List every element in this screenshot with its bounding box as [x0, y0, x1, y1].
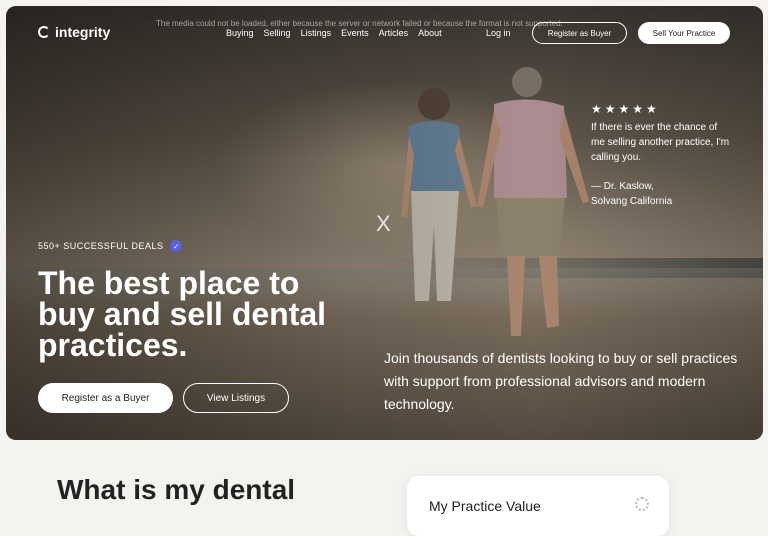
media-error-text: The media could not be loaded, either be… [156, 19, 563, 28]
top-nav: integrity The media could not be loaded,… [6, 6, 763, 56]
close-icon[interactable]: X [376, 211, 391, 237]
brand-name: integrity [55, 24, 111, 40]
brand-logo[interactable]: integrity [38, 24, 110, 40]
testimonial-author-name: — Dr. Kaslow, [591, 181, 654, 192]
register-buyer-button[interactable]: Register as Buyer [532, 22, 627, 44]
sell-practice-button[interactable]: Sell Your Practice [638, 22, 730, 44]
register-as-buyer-button[interactable]: Register as a Buyer [38, 383, 173, 413]
testimonial-author: — Dr. Kaslow, Solvang California [591, 179, 731, 209]
nav-item-selling[interactable]: Selling [264, 28, 291, 38]
testimonial-author-location: Solvang California [591, 196, 673, 207]
hero-subtext: Join thousands of dentists looking to bu… [384, 350, 738, 412]
nav-item-about[interactable]: About [418, 28, 442, 38]
logo-icon [38, 26, 50, 38]
hero-section: integrity The media could not be loaded,… [6, 6, 763, 440]
section-title: What is my dental [57, 474, 296, 505]
nav-item-buying[interactable]: Buying [226, 28, 254, 38]
view-listings-button[interactable]: View Listings [183, 383, 289, 413]
page-title: The best place to buy and sell dental pr… [38, 265, 327, 363]
testimonial-text: If there is ever the chance of me sellin… [591, 122, 730, 163]
nav-links: Buying Selling Listings Events Articles … [226, 28, 442, 38]
rating-stars-icon: ★★★★★ [591, 102, 660, 116]
testimonial: ★★★★★ If there is ever the chance of me … [591, 102, 731, 209]
nav-item-events[interactable]: Events [341, 28, 369, 38]
login-link[interactable]: Log in [486, 28, 511, 38]
deals-badge: 550+ SUCCESSFUL DEALS ✓ [38, 240, 183, 252]
loading-spinner-icon [635, 497, 649, 511]
deals-text: 550+ SUCCESSFUL DEALS [38, 241, 164, 251]
verified-check-icon: ✓ [170, 240, 183, 252]
nav-item-articles[interactable]: Articles [379, 28, 409, 38]
practice-value-card[interactable]: My Practice Value [407, 476, 669, 536]
nav-item-listings[interactable]: Listings [301, 28, 332, 38]
